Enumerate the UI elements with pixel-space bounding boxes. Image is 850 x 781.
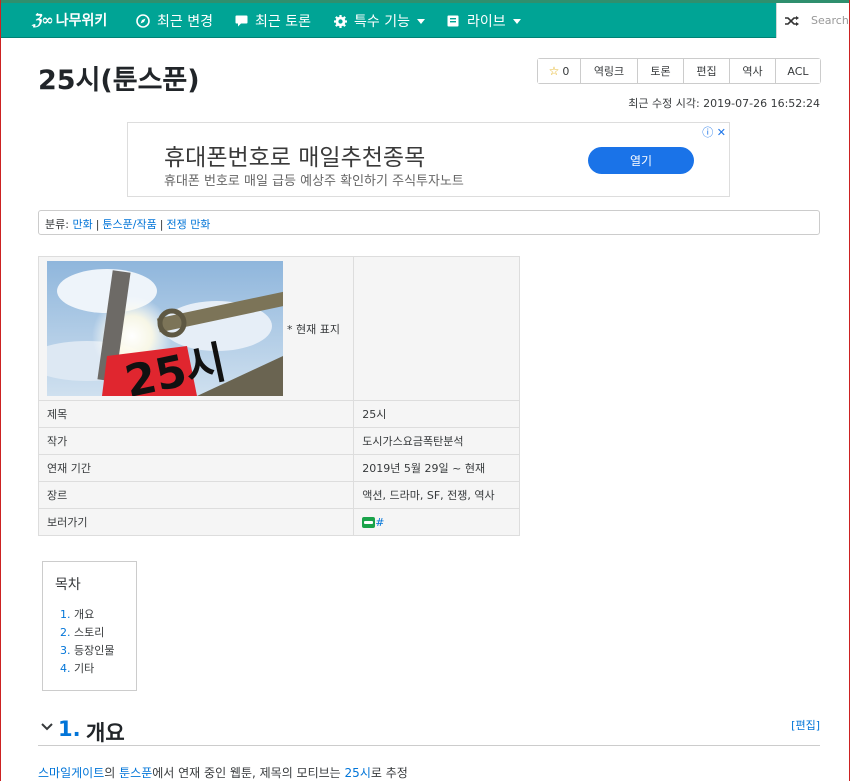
- random-page-button[interactable]: [776, 3, 806, 38]
- backlinks-button[interactable]: 역링크: [580, 59, 637, 83]
- nav-live-label: 라이브: [467, 14, 506, 30]
- top-navbar: ℨ∞ 나무위키 최근 변경 최근 토론 특수 기능 라이브: [0, 0, 850, 38]
- toc-item-label: 등장인물: [74, 644, 115, 657]
- paragraph-text: 의: [104, 766, 120, 780]
- toc-item-number[interactable]: 4.: [60, 662, 71, 675]
- section-edit-link[interactable]: [편집]: [791, 717, 820, 733]
- section-collapse-icon[interactable]: [40, 720, 54, 734]
- compass-icon: [136, 14, 150, 28]
- infobox-key: 보러가기: [37, 508, 355, 536]
- search-input[interactable]: [806, 3, 850, 38]
- toc-item-characters[interactable]: 3. 등장인물: [55, 642, 124, 660]
- toc-item-overview[interactable]: 1. 개요: [55, 606, 124, 624]
- section-number[interactable]: 1.: [58, 717, 81, 741]
- last-modified-time: 최근 수정 시각: 2019-07-26 16:52:24: [628, 97, 820, 110]
- star-button[interactable]: ☆ 0: [538, 59, 580, 83]
- infobox-table: 25시 * 현재 표지 제목 25시 작가 도시가스요금폭탄분석 연재 기간 2…: [37, 256, 520, 536]
- paragraph-text: 로 추정: [370, 766, 408, 780]
- table-of-contents: 목차 1. 개요 2. 스토리 3. 등장인물 4. 기타: [42, 561, 137, 691]
- infobox-value: 2019년 5월 29일 ~ 현재: [353, 454, 520, 482]
- article-toolbar: ☆ 0 역링크 토론 편집 역사 ACL: [537, 58, 821, 84]
- cover-illustration: 25시: [47, 261, 283, 396]
- toc-item-label: 개요: [74, 608, 95, 621]
- toc-item-label: 기타: [74, 662, 95, 675]
- paragraph-text: 에서 연재 중인 웹툰, 제목의 모티브는: [152, 766, 345, 780]
- category-link-war-manhwa[interactable]: 전쟁 만화: [166, 218, 210, 231]
- page-title: 25시(툰스푼): [38, 65, 200, 96]
- toc-item-number[interactable]: 2.: [60, 626, 71, 639]
- logo-mark-icon: ℨ∞: [32, 11, 54, 29]
- navbar-top-accent: [0, 0, 850, 3]
- acl-button[interactable]: ACL: [775, 59, 820, 83]
- category-separator: |: [159, 218, 164, 231]
- nav-recent-discussions[interactable]: 최근 토론: [235, 11, 311, 31]
- category-link-manhwa[interactable]: 만화: [72, 218, 92, 231]
- link-toonspoon[interactable]: 툰스푼: [119, 766, 152, 780]
- ad-subline: 휴대폰 번호로 매일 급등 예상주 확인하기 주식투자노트: [164, 174, 464, 189]
- category-link-toonspoon-works[interactable]: 툰스푼/작품: [102, 218, 156, 231]
- nav-special-features-label: 특수 기능: [354, 14, 410, 30]
- infobox-image-cell: 25시 * 현재 표지: [37, 256, 355, 401]
- shuffle-icon: [784, 15, 799, 26]
- history-button[interactable]: 역사: [729, 59, 775, 83]
- infobox-image-empty-cell: [353, 256, 520, 401]
- toc-title: 목차: [55, 577, 81, 593]
- star-count: 0: [562, 64, 570, 78]
- nav-recent-changes-label: 최근 변경: [157, 14, 213, 30]
- infobox-watch-cell: #: [353, 508, 520, 536]
- webtoon-link-icon[interactable]: [362, 517, 376, 528]
- site-logo[interactable]: ℨ∞ 나무위키: [32, 10, 107, 30]
- toc-item-label: 스토리: [74, 626, 105, 639]
- link-25-hours[interactable]: 25시: [345, 766, 371, 780]
- infobox-key: 연재 기간: [37, 454, 355, 482]
- toc-item-number[interactable]: 3.: [60, 644, 71, 657]
- chevron-down-icon: [512, 18, 521, 24]
- chevron-down-icon: [416, 18, 425, 24]
- infobox-key: 장르: [37, 481, 355, 509]
- infobox-row: 작가 도시가스요금폭탄분석: [37, 427, 520, 455]
- infobox-value: 25시: [353, 400, 520, 428]
- category-separator: |: [95, 218, 100, 231]
- star-icon: ☆: [548, 64, 560, 78]
- infobox-row: 연재 기간 2019년 5월 29일 ~ 현재: [37, 454, 520, 482]
- nav-live[interactable]: 라이브: [447, 11, 521, 31]
- cover-image[interactable]: 25시: [47, 261, 283, 396]
- infobox-key: 제목: [37, 400, 355, 428]
- category-label: 분류:: [45, 218, 69, 231]
- infobox-row: 제목 25시: [37, 400, 520, 428]
- category-bar: 분류: 만화 | 툰스푼/작품 | 전쟁 만화: [38, 210, 820, 235]
- section-heading: 1. 개요 [편집]: [38, 716, 820, 746]
- nav-recent-discussions-label: 최근 토론: [255, 14, 311, 30]
- infobox-value: 액션, 드라마, SF, 전쟁, 역사: [353, 481, 520, 509]
- site-logo-text: 나무위키: [55, 13, 108, 29]
- infobox-key: 작가: [37, 427, 355, 455]
- newspaper-icon: [447, 15, 459, 27]
- comment-icon: [235, 15, 248, 27]
- ad-banner[interactable]: 휴대폰번호로 매일추천종목 휴대폰 번호로 매일 급등 예상주 확인하기 주식투…: [127, 122, 730, 197]
- ad-headline[interactable]: 휴대폰번호로 매일추천종목: [164, 138, 425, 172]
- nav-recent-changes[interactable]: 최근 변경: [136, 11, 213, 31]
- infobox-row: 보러가기 #: [37, 508, 520, 536]
- nav-special-features[interactable]: 특수 기능: [334, 11, 425, 31]
- edit-button[interactable]: 편집: [683, 59, 729, 83]
- infobox-row: 장르 액션, 드라마, SF, 전쟁, 역사: [37, 481, 520, 509]
- cover-caption: * 현재 표지: [287, 323, 340, 336]
- link-smilegate[interactable]: 스마일게이트: [38, 766, 104, 780]
- infobox-value: 도시가스요금폭탄분석: [353, 427, 520, 455]
- section-paragraph: 스마일게이트의 툰스푼에서 연재 중인 웹툰, 제목의 모티브는 25시로 추정: [38, 764, 408, 781]
- search-box: [806, 3, 850, 38]
- discussion-button[interactable]: 토론: [637, 59, 683, 83]
- infobox-image-row: 25시 * 현재 표지: [37, 256, 520, 401]
- ad-open-button[interactable]: 열기: [588, 147, 694, 174]
- gear-icon: [334, 14, 347, 28]
- toc-item-misc[interactable]: 4. 기타: [55, 660, 124, 678]
- watch-link[interactable]: #: [375, 516, 384, 529]
- toc-item-number[interactable]: 1.: [60, 608, 71, 621]
- toc-item-story[interactable]: 2. 스토리: [55, 624, 124, 642]
- ad-choices-icon[interactable]: ⓘ ✕: [702, 124, 726, 140]
- section-title: 개요: [86, 721, 125, 745]
